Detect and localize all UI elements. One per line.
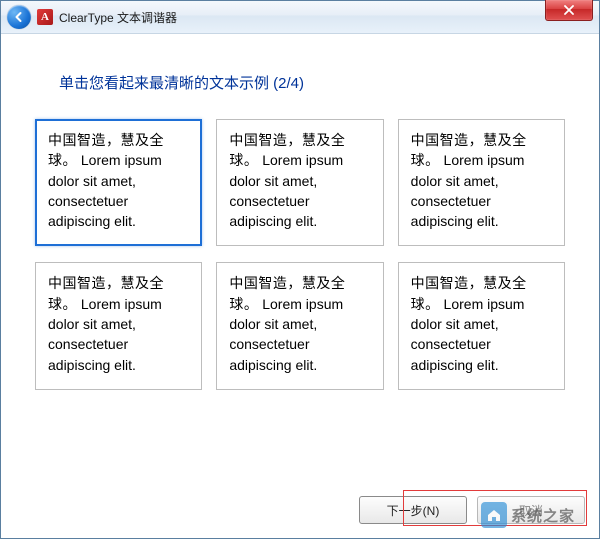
text-sample-6[interactable]: 中国智造，慧及全球。 Lorem ipsum dolor sit amet, c… bbox=[398, 262, 565, 389]
text-sample-2[interactable]: 中国智造，慧及全球。 Lorem ipsum dolor sit amet, c… bbox=[216, 119, 383, 246]
next-button[interactable]: 下一步(N) bbox=[359, 496, 467, 524]
app-icon: A bbox=[37, 9, 53, 25]
window-title: ClearType 文本调谐器 bbox=[59, 9, 177, 26]
text-sample-1[interactable]: 中国智造，慧及全球。 Lorem ipsum dolor sit amet, c… bbox=[35, 119, 202, 246]
back-arrow-icon bbox=[12, 10, 26, 24]
text-sample-3[interactable]: 中国智造，慧及全球。 Lorem ipsum dolor sit amet, c… bbox=[398, 119, 565, 246]
cancel-button[interactable]: 取消 bbox=[477, 496, 585, 524]
titlebar: A ClearType 文本调谐器 bbox=[1, 1, 599, 34]
cleartype-tuner-window: A ClearType 文本调谐器 单击您看起来最清晰的文本示例 (2/4) 中… bbox=[0, 0, 600, 539]
page-heading: 单击您看起来最清晰的文本示例 (2/4) bbox=[59, 72, 565, 93]
wizard-footer: 下一步(N) 取消 bbox=[359, 496, 585, 524]
back-button[interactable] bbox=[7, 5, 31, 29]
sample-grid: 中国智造，慧及全球。 Lorem ipsum dolor sit amet, c… bbox=[35, 119, 565, 390]
close-icon bbox=[563, 5, 575, 15]
text-sample-5[interactable]: 中国智造，慧及全球。 Lorem ipsum dolor sit amet, c… bbox=[216, 262, 383, 389]
text-sample-4[interactable]: 中国智造，慧及全球。 Lorem ipsum dolor sit amet, c… bbox=[35, 262, 202, 389]
close-button[interactable] bbox=[545, 0, 593, 21]
content-area: 单击您看起来最清晰的文本示例 (2/4) 中国智造，慧及全球。 Lorem ip… bbox=[1, 34, 599, 400]
